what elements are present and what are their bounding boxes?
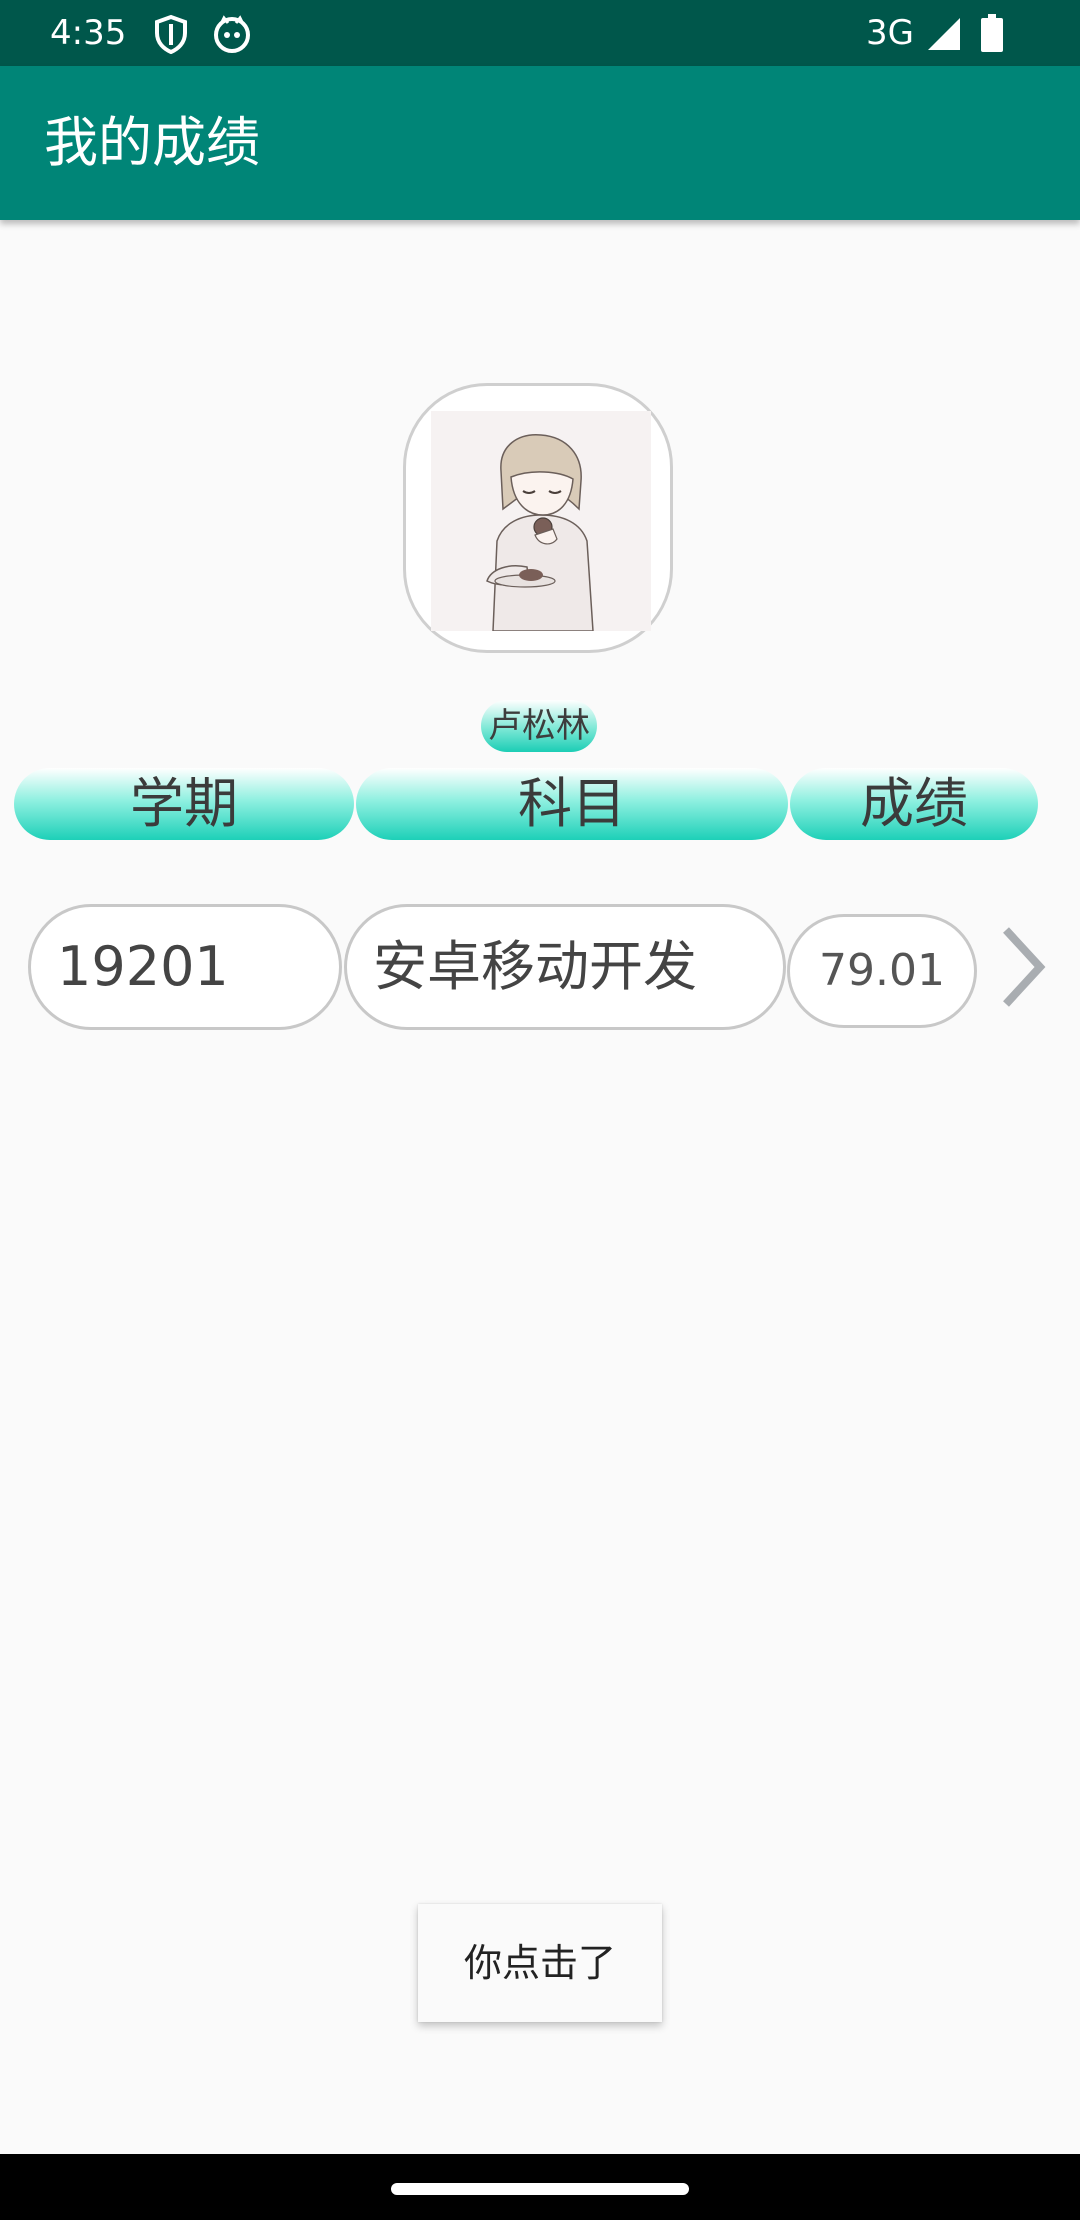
header-term: 学期 xyxy=(14,768,354,840)
page-title: 我的成绩 xyxy=(44,111,260,174)
shield-icon xyxy=(155,14,187,54)
status-time: 4:35 xyxy=(50,13,127,53)
header-score: 成绩 xyxy=(790,768,1038,840)
home-gesture-handle[interactable] xyxy=(391,2183,689,2195)
student-name: 卢松林 xyxy=(481,700,597,752)
cat-icon xyxy=(214,15,250,53)
signal-icon xyxy=(928,18,960,50)
cell-subject[interactable]: 安卓移动开发 xyxy=(344,904,786,1030)
cell-term[interactable]: 19201 xyxy=(28,904,342,1030)
toast-message: 你点击了 xyxy=(418,1904,662,2022)
chevron-right-icon[interactable] xyxy=(996,922,1050,1012)
status-bar: 4:35 3G xyxy=(0,0,1080,66)
header-subject: 科目 xyxy=(356,768,788,840)
avatar[interactable] xyxy=(403,383,673,653)
cell-score[interactable]: 79.01 xyxy=(787,914,977,1028)
avatar-illustration xyxy=(431,411,651,631)
app-bar: 我的成绩 xyxy=(0,66,1080,220)
battery-icon xyxy=(981,14,1003,52)
network-type: 3G xyxy=(866,13,914,53)
